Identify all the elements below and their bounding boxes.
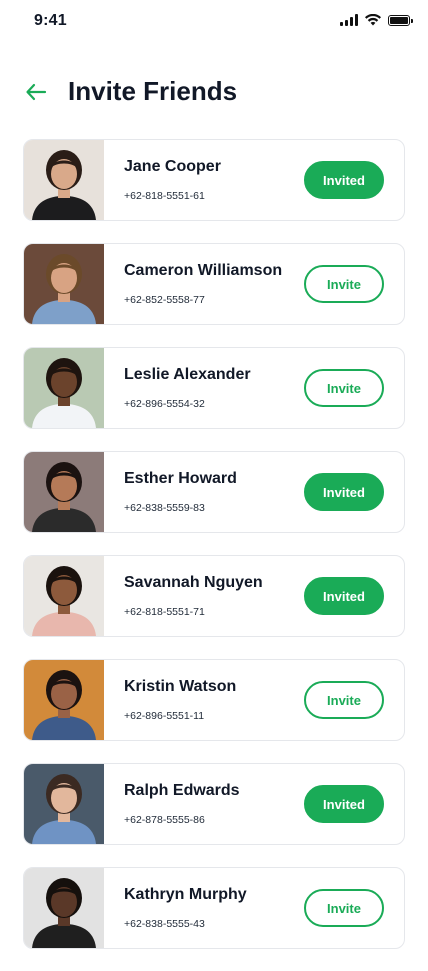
signal-icon [340, 14, 358, 26]
friend-info: Esther Howard +62-838-5559-83 [104, 470, 304, 514]
back-button[interactable] [22, 78, 50, 106]
friend-card: Jane Cooper +62-818-5551-61 Invited [23, 139, 405, 221]
invited-button[interactable]: Invited [304, 161, 384, 199]
avatar [24, 868, 104, 948]
friend-card: Ralph Edwards +62-878-5555-86 Invited [23, 763, 405, 845]
friend-card: Savannah Nguyen +62-818-5551-71 Invited [23, 555, 405, 637]
avatar-photo [24, 452, 104, 532]
friend-info: Kristin Watson +62-896-5551-11 [104, 678, 304, 722]
friend-phone: +62-838-5555-43 [124, 918, 205, 930]
status-bar: 9:41 [0, 0, 428, 44]
avatar-photo [24, 244, 104, 324]
invite-button[interactable]: Invite [304, 681, 384, 719]
friend-phone: +62-838-5559-83 [124, 502, 205, 514]
avatar-photo [24, 868, 104, 948]
friend-info: Cameron Williamson +62-852-5558-77 [104, 262, 304, 306]
avatar [24, 244, 104, 324]
wifi-icon [365, 14, 381, 26]
avatar [24, 660, 104, 740]
friend-phone: +62-818-5551-61 [124, 190, 205, 202]
arrow-left-icon [26, 83, 47, 101]
friend-name: Esther Howard [124, 470, 237, 487]
friend-info: Jane Cooper +62-818-5551-61 [104, 158, 304, 202]
avatar-photo [24, 348, 104, 428]
friend-card: Cameron Williamson +62-852-5558-77 Invite [23, 243, 405, 325]
page-title: Invite Friends [68, 76, 238, 106]
friend-phone: +62-818-5551-71 [124, 606, 205, 618]
avatar-photo [24, 140, 104, 220]
avatar-photo [24, 660, 104, 740]
header: Invite Friends [0, 70, 428, 114]
friend-card: Kathryn Murphy +62-838-5555-43 Invite [23, 867, 405, 949]
friend-phone: +62-852-5558-77 [124, 294, 205, 306]
avatar-photo [24, 556, 104, 636]
status-icons [340, 14, 413, 26]
invite-button[interactable]: Invite [304, 265, 384, 303]
friend-list: Jane Cooper +62-818-5551-61 Invited Cameron… [23, 139, 405, 971]
friend-name: Kathryn Murphy [124, 886, 247, 903]
invited-button[interactable]: Invited [304, 473, 384, 511]
friend-card: Leslie Alexander +62-896-5554-32 Invite [23, 347, 405, 429]
friend-name: Cameron Williamson [124, 262, 283, 279]
friend-info: Leslie Alexander +62-896-5554-32 [104, 366, 304, 410]
avatar-photo [24, 764, 104, 844]
status-time: 9:41 [34, 12, 67, 29]
friend-card: Esther Howard +62-838-5559-83 Invited [23, 451, 405, 533]
avatar [24, 452, 104, 532]
friend-card: Kristin Watson +62-896-5551-11 Invite [23, 659, 405, 741]
friend-info: Kathryn Murphy +62-838-5555-43 [104, 886, 304, 930]
avatar [24, 348, 104, 428]
avatar [24, 556, 104, 636]
friend-name: Kristin Watson [124, 678, 237, 695]
friend-info: Ralph Edwards +62-878-5555-86 [104, 782, 304, 826]
friend-name: Ralph Edwards [124, 782, 240, 799]
friend-phone: +62-896-5551-11 [124, 710, 205, 722]
friend-name: Jane Cooper [124, 158, 221, 175]
battery-icon [388, 14, 413, 26]
invited-button[interactable]: Invited [304, 785, 384, 823]
friend-phone: +62-896-5554-32 [124, 398, 205, 410]
invite-button[interactable]: Invite [304, 889, 384, 927]
friend-name: Savannah Nguyen [124, 574, 263, 591]
avatar [24, 140, 104, 220]
friend-name: Leslie Alexander [124, 366, 251, 383]
invite-button[interactable]: Invite [304, 369, 384, 407]
invited-button[interactable]: Invited [304, 577, 384, 615]
friend-phone: +62-878-5555-86 [124, 814, 205, 826]
friend-info: Savannah Nguyen +62-818-5551-71 [104, 574, 304, 618]
avatar [24, 764, 104, 844]
